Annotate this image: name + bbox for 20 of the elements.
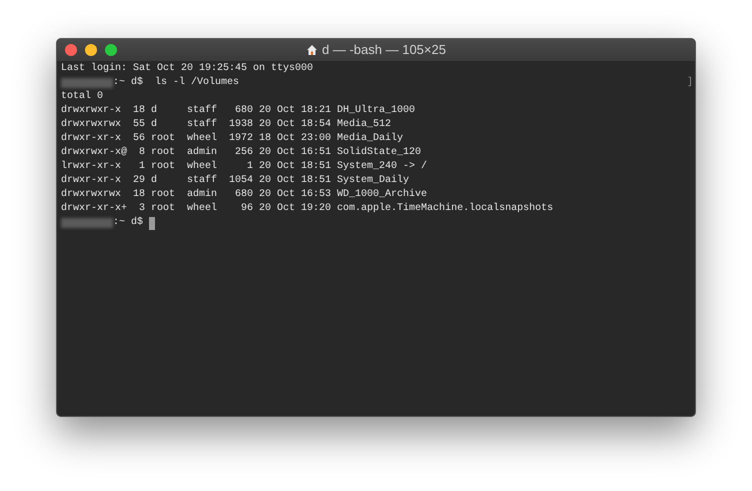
- output-line: drwxr-xr-x 56 root wheel 1972 18 Oct 23:00 Media_Daily: [61, 132, 404, 146]
- output-line: drwxr-xr-x 29 d staff 1054 20 Oct 18:51 System_Daily: [61, 174, 410, 188]
- prompt-line: :~ d$ ls -l /Volumes: [113, 76, 240, 90]
- output-line: drwxrwxrwx 55 d staff 1938 20 Oct 18:54 Media_512: [61, 118, 392, 132]
- output-line: total 0: [61, 90, 104, 104]
- prompt-line: :~ d$: [113, 216, 144, 230]
- output-line: drwxrwxr-x 18 d staff 680 20 Oct 18:21 DH_Ultra_1000: [61, 104, 416, 118]
- close-button[interactable]: [65, 44, 77, 56]
- output-line: drwxrwxr-x@ 8 root admin 256 20 Oct 16:51 SolidState_120: [61, 146, 422, 160]
- edge-mark: ]: [686, 76, 693, 90]
- minimize-button[interactable]: [85, 44, 97, 56]
- output-line: Last login: Sat Oct 20 19:25:45 on ttys000: [61, 62, 314, 76]
- blurred-hostname: [61, 218, 113, 228]
- zoom-button[interactable]: [105, 44, 117, 56]
- house-icon: [306, 44, 318, 56]
- output-line: drwxrwxrwx 18 root admin 680 20 Oct 16:53 WD_1000_Archive: [61, 188, 428, 202]
- window-title: d — -bash — 105×25: [322, 41, 446, 60]
- blurred-hostname: [61, 78, 113, 88]
- output-line: drwxr-xr-x+ 3 root wheel 96 20 Oct 19:20 com.apple.TimeMachine.localsnapshots: [61, 202, 554, 216]
- output-line: lrwxr-xr-x 1 root wheel 1 20 Oct 18:51 System_240 -> /: [61, 160, 428, 174]
